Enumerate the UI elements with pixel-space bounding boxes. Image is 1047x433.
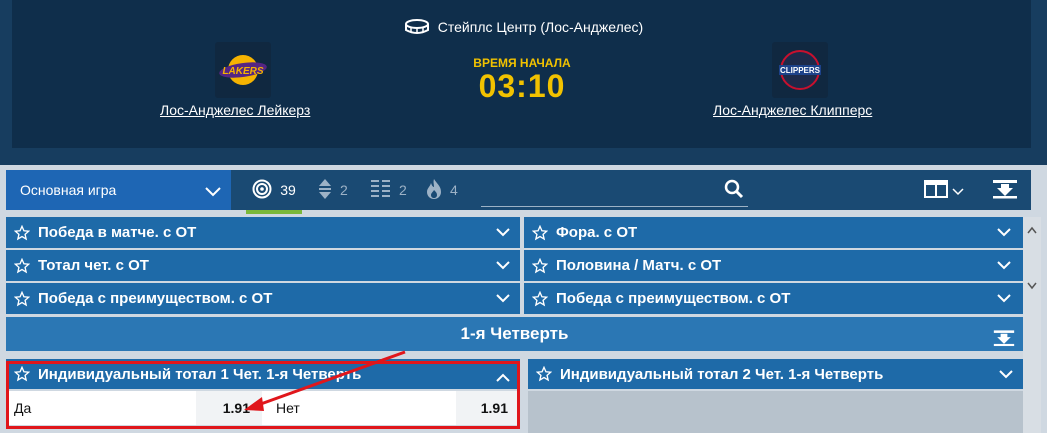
- clippers-logo-icon: CLIPPERS: [779, 50, 821, 90]
- tab-count: 4: [450, 182, 458, 198]
- market-title: Тотал чет. с ОТ: [38, 257, 149, 274]
- market-header[interactable]: Победа с преимуществом. с ОТ: [524, 283, 1041, 314]
- star-icon[interactable]: [532, 257, 548, 274]
- market-search-input[interactable]: [481, 177, 748, 207]
- away-team-logo[interactable]: CLIPPERS: [772, 42, 828, 98]
- market-title: Победа с преимуществом. с ОТ: [556, 290, 791, 307]
- away-logo-text: CLIPPERS: [780, 66, 821, 75]
- odds-row: Да 1.91 Нет 1.91: [6, 391, 520, 425]
- star-icon[interactable]: [536, 366, 552, 382]
- fire-icon: [426, 178, 442, 203]
- tab-stats[interactable]: 2: [371, 170, 407, 210]
- start-time-value: 03:10: [478, 68, 566, 104]
- chevron-down-icon: [496, 291, 510, 308]
- star-icon[interactable]: [532, 224, 548, 241]
- submarket-title: Индивидуальный тотал 2 Чет. 1-я Четверть: [560, 365, 884, 383]
- markets-scrollbar[interactable]: [1023, 217, 1041, 433]
- tab-all-markets[interactable]: 39: [246, 170, 302, 214]
- market-title: Победа в матче. с ОТ: [38, 224, 197, 241]
- venue-name: Стейплс Центр (Лос-Анджелес): [437, 19, 644, 35]
- sort-arrows-icon: [318, 178, 332, 203]
- submarket-header[interactable]: Индивидуальный тотал 1 Чет. 1-я Четверть: [6, 359, 520, 389]
- home-logo-text: LAKERS: [222, 66, 263, 77]
- market-title: Половина / Матч. с ОТ: [556, 257, 722, 274]
- chevron-up-icon: [496, 369, 510, 386]
- odd-label-yes[interactable]: Да: [6, 391, 196, 425]
- collapse-all-icon: [992, 180, 1018, 203]
- tab-count: 2: [340, 182, 348, 198]
- chevron-down-icon: [496, 225, 510, 242]
- home-team-link[interactable]: Лос-Анджелес Лейкерз: [160, 102, 310, 118]
- target-icon: [252, 179, 272, 202]
- star-icon[interactable]: [14, 366, 30, 382]
- submarket-title: Индивидуальный тотал 1 Чет. 1-я Четверть: [38, 365, 362, 383]
- chevron-down-icon: [997, 225, 1011, 242]
- star-icon[interactable]: [532, 290, 548, 307]
- layout-view-button[interactable]: [924, 180, 964, 203]
- section-header[interactable]: 1-я Четверть: [6, 317, 1023, 351]
- away-team-link[interactable]: Лос-Анджелес Клипперс: [713, 102, 872, 118]
- columns-layout-icon: [924, 180, 948, 203]
- chevron-down-icon: [952, 183, 964, 201]
- stadium-icon: [404, 18, 430, 39]
- scroll-down-icon[interactable]: [1027, 277, 1037, 295]
- market-header[interactable]: Победа с преимуществом. с ОТ: [6, 283, 520, 314]
- market-group-select-value: Основная игра: [20, 182, 117, 198]
- list-bars-icon: [371, 179, 391, 202]
- chevron-down-icon: [205, 184, 221, 200]
- markets-toolbar: Основная игра 39 2 2 4: [6, 170, 1031, 214]
- tab-count: 2: [399, 182, 407, 198]
- odd-value-yes[interactable]: 1.91: [196, 391, 262, 425]
- tab-hot[interactable]: 4: [426, 170, 458, 210]
- submarket-header[interactable]: Индивидуальный тотал 2 Чет. 1-я Четверть: [528, 359, 1023, 389]
- home-team-logo[interactable]: LAKERS: [215, 42, 271, 98]
- collapse-all-button[interactable]: [992, 179, 1018, 204]
- chevron-down-icon: [997, 291, 1011, 308]
- market-title: Фора. с ОТ: [556, 224, 638, 241]
- odd-value-no[interactable]: 1.91: [456, 391, 520, 425]
- chevron-down-icon: [997, 258, 1011, 275]
- chevron-down-icon: [999, 367, 1013, 384]
- market-header[interactable]: Победа в матче. с ОТ: [6, 217, 520, 248]
- empty-market-area: [528, 391, 1023, 433]
- section-title: 1-я Четверть: [460, 324, 569, 343]
- venue-line: Стейплс Центр (Лос-Анджелес): [0, 18, 1047, 39]
- collapse-section-icon[interactable]: [993, 325, 1015, 359]
- market-header[interactable]: Тотал чет. с ОТ: [6, 250, 520, 281]
- star-icon[interactable]: [14, 257, 30, 274]
- tab-count: 39: [280, 182, 296, 198]
- market-header[interactable]: Фора. с ОТ: [524, 217, 1041, 248]
- market-title: Победа с преимуществом. с ОТ: [38, 290, 273, 307]
- market-header[interactable]: Половина / Матч. с ОТ: [524, 250, 1041, 281]
- tab-sorting[interactable]: 2: [318, 170, 348, 210]
- odd-label-no[interactable]: Нет: [268, 391, 456, 425]
- star-icon[interactable]: [14, 290, 30, 307]
- search-icon[interactable]: [724, 179, 744, 204]
- chevron-down-icon: [496, 258, 510, 275]
- star-icon[interactable]: [14, 224, 30, 241]
- scroll-up-icon[interactable]: [1027, 221, 1037, 239]
- market-group-select[interactable]: Основная игра: [6, 170, 231, 210]
- markets-panel: Победа в матче. с ОТ Фора. с ОТ Тотал че…: [6, 217, 1041, 433]
- lakers-logo-icon: LAKERS: [219, 55, 267, 85]
